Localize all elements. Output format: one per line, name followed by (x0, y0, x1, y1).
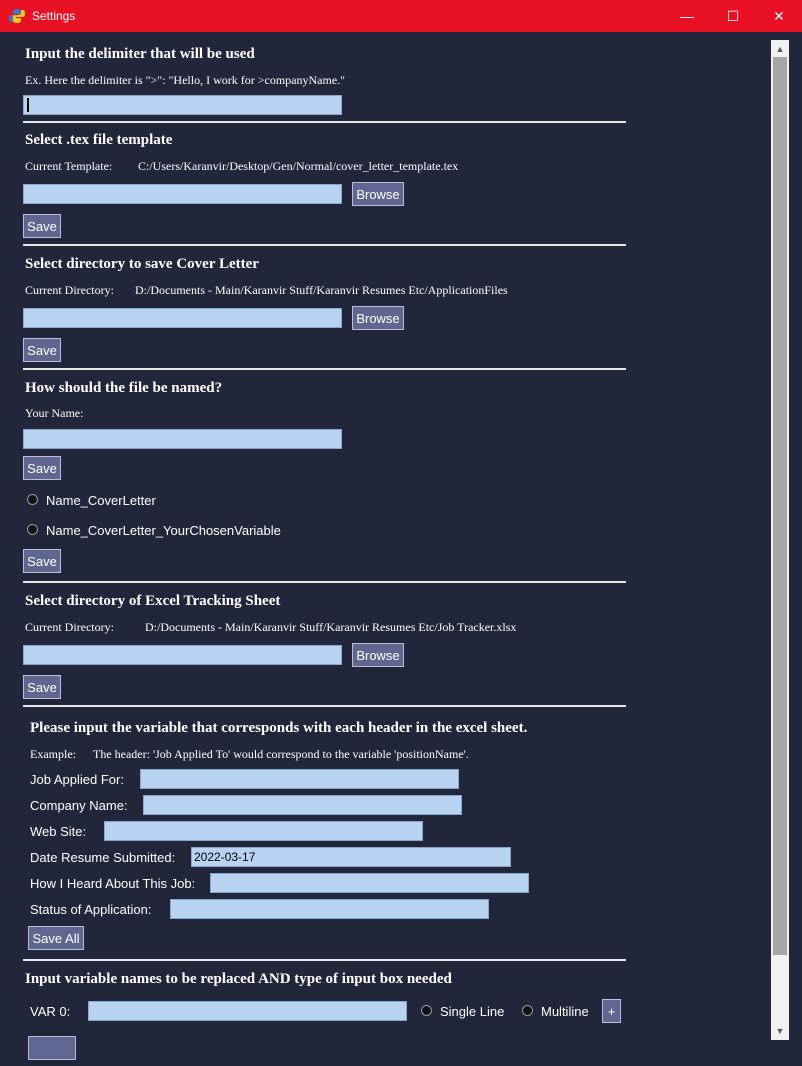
title-bar: Settings — ☐ ✕ (0, 0, 802, 32)
excel-save-button[interactable]: Save (23, 675, 61, 699)
radio-multiline[interactable] (522, 1005, 533, 1016)
variables-heading: Input variable names to be replaced AND … (25, 971, 452, 987)
radio-label-name-coverletter-variable: Name_CoverLetter_YourChosenVariable (46, 523, 281, 538)
field-input-date-resume-submitted[interactable]: 2022-03-17 (191, 847, 511, 867)
section-divider (23, 121, 626, 123)
save-dir-browse-button[interactable]: Browse (352, 306, 404, 330)
template-heading: Select .tex file template (25, 132, 173, 148)
field-label-status: Status of Application: (30, 902, 152, 917)
python-icon (9, 9, 25, 23)
excel-directory-label: Current Directory: (25, 620, 114, 634)
template-browse-button[interactable]: Browse (352, 182, 404, 206)
headers-heading: Please input the variable that correspon… (30, 720, 528, 736)
excel-heading: Select directory of Excel Tracking Sheet (25, 593, 281, 609)
template-input[interactable] (23, 184, 342, 204)
naming-heading: How should the file be named? (25, 380, 223, 396)
close-button[interactable]: ✕ (756, 0, 802, 32)
field-input-status[interactable] (170, 899, 489, 919)
template-save-button[interactable]: Save (23, 214, 61, 238)
field-input-company-name[interactable] (143, 795, 462, 815)
excel-browse-button[interactable]: Browse (352, 643, 404, 667)
current-template-label: Current Template: (25, 159, 113, 173)
naming-save-button[interactable]: Save (23, 549, 61, 573)
section-divider (23, 581, 626, 583)
radio-label-name-coverletter: Name_CoverLetter (46, 493, 156, 508)
add-variable-button[interactable]: + (602, 999, 621, 1023)
var-0-input[interactable] (88, 1001, 407, 1021)
variables-save-button-partial[interactable] (28, 1036, 76, 1060)
section-divider (23, 244, 626, 246)
radio-name-coverletter-variable[interactable] (27, 524, 38, 535)
excel-input[interactable] (23, 645, 342, 665)
field-label-web-site: Web Site: (30, 824, 87, 839)
field-label-company-name: Company Name: (30, 798, 128, 813)
your-name-input[interactable] (23, 429, 342, 449)
minimize-button[interactable]: — (664, 0, 710, 32)
name-save-button[interactable]: Save (23, 456, 61, 480)
var-0-label: VAR 0: (30, 1004, 71, 1019)
section-divider (23, 705, 626, 707)
headers-example-label: Example: (30, 747, 76, 761)
section-divider (23, 368, 626, 370)
save-dir-heading: Select directory to save Cover Letter (25, 256, 259, 272)
settings-panel: Input the delimiter that will be used Ex… (0, 32, 770, 1066)
delimiter-input[interactable] (23, 95, 342, 115)
field-input-job-applied-for[interactable] (140, 769, 459, 789)
current-directory-label: Current Directory: (25, 283, 114, 297)
close-icon: ✕ (773, 7, 785, 24)
current-template-value: C:/Users/Karanvir/Desktop/Gen/Normal/cov… (138, 159, 459, 173)
section-divider (23, 959, 626, 961)
field-label-job-applied-for: Job Applied For: (30, 772, 124, 787)
save-dir-save-button[interactable]: Save (23, 338, 61, 362)
scrollbar-thumb[interactable] (773, 57, 787, 955)
delimiter-example: Ex. Here the delimiter is ">": "Hello, I… (25, 73, 346, 87)
window-title: Settings (32, 9, 76, 23)
save-all-button[interactable]: Save All (28, 926, 84, 950)
text-caret (27, 98, 29, 112)
scroll-up-icon[interactable]: ▲ (771, 41, 789, 57)
maximize-icon: ☐ (726, 7, 740, 24)
minimize-icon: — (680, 8, 694, 24)
radio-single-line[interactable] (421, 1005, 432, 1016)
field-input-how-heard[interactable] (210, 873, 529, 893)
current-directory-value: D:/Documents - Main/Karanvir Stuff/Karan… (135, 283, 508, 297)
field-label-how-heard: How I Heard About This Job: (30, 876, 196, 891)
headers-example-text: The header: 'Job Applied To' would corre… (93, 747, 469, 761)
delimiter-heading: Input the delimiter that will be used (25, 46, 255, 62)
field-label-date-resume-submitted: Date Resume Submitted: (30, 850, 176, 865)
radio-label-single-line: Single Line (440, 1004, 505, 1019)
radio-name-coverletter[interactable] (27, 494, 38, 505)
maximize-button[interactable]: ☐ (710, 0, 756, 32)
radio-label-multiline: Multiline (541, 1004, 589, 1019)
excel-directory-value: D:/Documents - Main/Karanvir Stuff/Karan… (145, 620, 517, 634)
save-dir-input[interactable] (23, 308, 342, 328)
field-input-web-site[interactable] (104, 821, 423, 841)
your-name-label: Your Name: (25, 406, 84, 420)
scroll-down-icon[interactable]: ▼ (771, 1023, 789, 1039)
